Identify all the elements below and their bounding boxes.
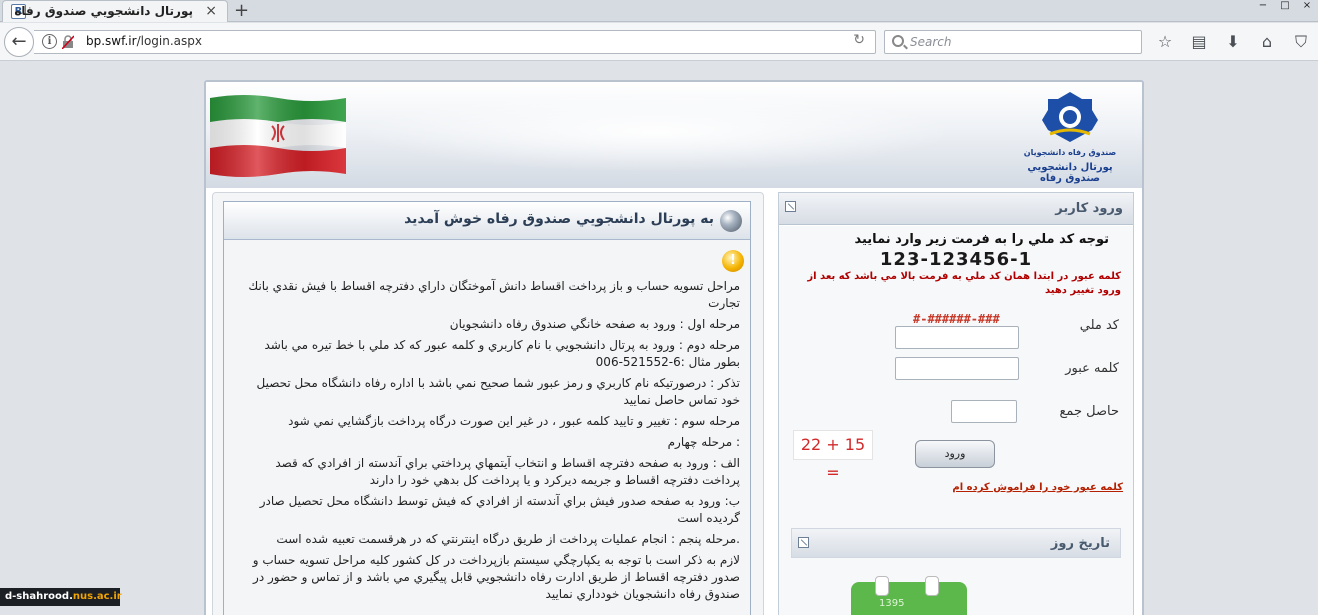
back-button[interactable]: ← bbox=[4, 27, 34, 57]
national-id-format: 123-123456-1 bbox=[879, 249, 1033, 270]
calendar-ring-icon bbox=[875, 576, 889, 596]
reload-icon[interactable]: ↻ bbox=[853, 32, 865, 48]
info-bulb-icon: ! bbox=[722, 250, 744, 272]
browser-toolbar-icons: ☆ ▤ ⬇ ⌂ ⛉ bbox=[1154, 32, 1312, 52]
instruction-paragraph: : مرحله چهارم bbox=[667, 435, 740, 449]
calendar-year: 1395 bbox=[879, 598, 905, 609]
back-arrow-icon: ← bbox=[11, 31, 27, 52]
collapse-icon[interactable] bbox=[785, 201, 796, 212]
password-notice: كلمه عبور در ابتدا همان كد ملي به فرمت ب… bbox=[807, 271, 1121, 296]
tab-close-icon[interactable]: × bbox=[205, 3, 217, 19]
home-icon[interactable]: ⌂ bbox=[1256, 32, 1278, 52]
national-id-mask: #-######-### bbox=[913, 312, 1000, 326]
logo-portal-text: پورتال دانشجويي صندوق رفاه bbox=[1027, 162, 1113, 184]
collapse-icon[interactable] bbox=[798, 537, 809, 548]
captcha-text: 22 + 15 = bbox=[793, 430, 873, 482]
national-id-label: كد ملي bbox=[1079, 318, 1119, 333]
logo-brand-text: صندوق رفاه دانشجويان bbox=[1023, 148, 1117, 157]
watermark: d-shahrood.nus.ac.ir bbox=[0, 588, 122, 606]
instruction-paragraph: مراحل تسويه حساب و باز پرداخت اقساط دانش… bbox=[248, 279, 740, 310]
iran-flag-icon bbox=[210, 95, 346, 177]
date-panel-title: تاريخ روز bbox=[1050, 536, 1110, 551]
watermark-prefix: d-shahrood. bbox=[5, 591, 73, 602]
login-button[interactable]: ورود bbox=[915, 440, 995, 468]
password-label: كلمه عبور bbox=[1065, 361, 1119, 376]
site-info-icon[interactable]: i bbox=[42, 34, 57, 49]
new-tab-button[interactable]: + bbox=[234, 0, 249, 21]
sum-label: حاصل جمع bbox=[1059, 404, 1119, 419]
instructions-text: مراحل تسويه حساب و باز پرداخت اقساط دانش… bbox=[236, 278, 740, 607]
site-header: صندوق رفاه دانشجويان پورتال دانشجويي صند… bbox=[206, 82, 1142, 188]
site-container: صندوق رفاه دانشجويان پورتال دانشجويي صند… bbox=[204, 80, 1144, 615]
star-icon[interactable]: ☆ bbox=[1154, 32, 1176, 52]
maximize-button[interactable]: □ bbox=[1274, 0, 1296, 13]
url-domain: bp.swf.ir bbox=[86, 34, 137, 48]
forgot-password-link[interactable]: كلمه عبور خود را فراموش كرده ام bbox=[952, 482, 1123, 493]
search-icon bbox=[892, 35, 904, 47]
window-controls: − □ × bbox=[1252, 0, 1318, 14]
page-viewport: صندوق رفاه دانشجويان پورتال دانشجويي صند… bbox=[0, 62, 1318, 615]
pocket-icon[interactable]: ⛉ bbox=[1290, 32, 1312, 52]
insecure-lock-icon[interactable] bbox=[62, 35, 74, 49]
download-icon[interactable]: ⬇ bbox=[1222, 32, 1244, 52]
instruction-paragraph: تذكر : درصورتيكه نام كاربري و رمز عبور ش… bbox=[256, 376, 740, 407]
national-id-input[interactable] bbox=[895, 326, 1019, 349]
login-form: توجه كد ملي را به فرمت زير وارد نماييد 1… bbox=[779, 226, 1133, 615]
navigation-toolbar: ← i bp.swf.ir/login.aspx ↻ Search ☆ ▤ ⬇ … bbox=[0, 23, 1318, 61]
tab-title: پورتال دانشجويي صندوق رفاه bbox=[14, 4, 193, 18]
minimize-button[interactable]: − bbox=[1252, 0, 1274, 13]
instruction-paragraph: لازم به ذكر است با توجه به يكپارچگي سيست… bbox=[252, 553, 740, 601]
instruction-paragraph: .مرحله پنجم : انجام عمليات پرداخت از طري… bbox=[276, 532, 740, 546]
login-panel: ورود كاربر توجه كد ملي را به فرمت زير وا… bbox=[778, 192, 1134, 615]
calendar-ring-icon bbox=[925, 576, 939, 596]
welcome-panel: به پورتال دانشجويي صندوق رفاه خوش آمديد … bbox=[223, 201, 751, 615]
welcome-section: به پورتال دانشجويي صندوق رفاه خوش آمديد … bbox=[212, 192, 764, 615]
close-window-button[interactable]: × bbox=[1296, 0, 1318, 13]
search-placeholder: Search bbox=[910, 35, 952, 49]
national-id-notice: توجه كد ملي را به فرمت زير وارد نماييد bbox=[854, 232, 1109, 247]
browser-tab-strip: R پورتال دانشجويي صندوق رفاه × + − □ × bbox=[0, 0, 1318, 22]
reading-list-icon[interactable]: ▤ bbox=[1188, 32, 1210, 52]
login-header: ورود كاربر bbox=[779, 193, 1133, 225]
browser-tab[interactable]: R پورتال دانشجويي صندوق رفاه × bbox=[2, 0, 228, 22]
welcome-header: به پورتال دانشجويي صندوق رفاه خوش آمديد bbox=[224, 202, 750, 240]
instruction-paragraph: الف : ورود به صفحه دفترچه اقساط و انتخاب… bbox=[275, 456, 740, 487]
site-logo[interactable]: صندوق رفاه دانشجويان پورتال دانشجويي صند… bbox=[1010, 90, 1130, 184]
login-title: ورود كاربر bbox=[1055, 201, 1123, 216]
search-bar[interactable]: Search bbox=[884, 30, 1142, 54]
instruction-paragraph: ب: ورود به صفحه صدور فيش براي آندسته از … bbox=[259, 494, 740, 525]
address-bar[interactable]: i bp.swf.ir/login.aspx ↻ bbox=[34, 30, 876, 54]
header-decoration bbox=[356, 92, 956, 172]
password-input[interactable] bbox=[895, 357, 1019, 380]
captcha-answer-input[interactable] bbox=[951, 400, 1017, 423]
calendar-widget: 1395 bbox=[851, 576, 967, 615]
url-text: bp.swf.ir/login.aspx bbox=[86, 34, 202, 48]
url-path: /login.aspx bbox=[136, 34, 202, 48]
globe-icon bbox=[720, 210, 742, 232]
watermark-domain: nus.ac.ir bbox=[72, 591, 122, 602]
date-panel-header: تاريخ روز bbox=[791, 528, 1121, 558]
instruction-paragraph: مرحله دوم : ورود به پرتال دانشجويي با نا… bbox=[264, 338, 740, 369]
swf-emblem-icon bbox=[1042, 92, 1098, 142]
welcome-title: به پورتال دانشجويي صندوق رفاه خوش آمديد bbox=[404, 211, 714, 227]
instruction-paragraph: مرحله اول : ورود به صفحه خانگي صندوق رفا… bbox=[449, 317, 740, 331]
instruction-paragraph: مرحله سوم : تغيير و تاييد كلمه عبور ، در… bbox=[288, 414, 740, 428]
